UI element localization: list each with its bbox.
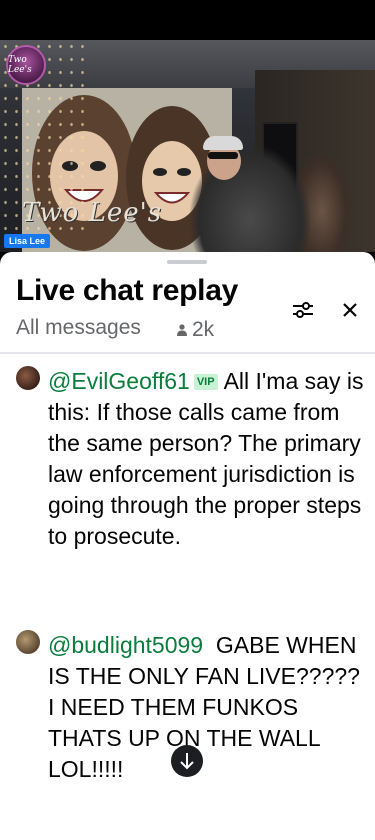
comment-author[interactable]: @EvilGeoff61 — [48, 368, 190, 394]
chat-message: @EvilGeoff61 VIP All I'ma say is this: If … — [16, 366, 366, 616]
viewer-count: 2k — [176, 318, 214, 342]
streamer-name-tag: Lisa Lee — [4, 234, 51, 248]
commenter-avatar[interactable] — [16, 366, 40, 390]
scroll-to-latest-button[interactable] — [171, 745, 203, 777]
sheet-title: Live chat replay — [16, 274, 238, 307]
message-filter[interactable]: All messages — [16, 316, 141, 340]
mural-text: Two Lee's — [22, 198, 163, 228]
comment-author[interactable]: @budlight5099 — [48, 632, 203, 658]
chat-message: @budlight5099 GABE WHEN IS THE ONLY FAN … — [16, 630, 366, 840]
commenter-avatar[interactable] — [16, 630, 40, 654]
arrow-down-icon — [180, 753, 194, 770]
status-bar — [0, 0, 375, 40]
person-sunglasses — [208, 152, 238, 159]
channel-avatar[interactable]: Two Lee's — [6, 45, 46, 85]
channel-avatar-text: Two Lee's — [8, 55, 32, 75]
header-divider — [0, 352, 375, 354]
person-icon — [177, 324, 187, 336]
chat-settings-button[interactable] — [287, 294, 319, 326]
person-cap — [203, 136, 243, 150]
close-icon — [343, 303, 357, 317]
chat-message-body: @budlight5099 GABE WHEN IS THE ONLY FAN … — [48, 630, 366, 785]
viewer-count-value: 2k — [192, 318, 215, 341]
message-filter-label: All messages — [16, 316, 141, 339]
sheet-drag-handle[interactable] — [167, 260, 207, 264]
chat-message-body: @EvilGeoff61 VIP All I'ma say is this: If … — [48, 366, 366, 552]
sliders-icon — [293, 302, 313, 318]
comment-text: All I'ma say is this: If those calls cam… — [48, 368, 364, 549]
vip-badge: VIP — [193, 374, 218, 390]
close-button[interactable] — [334, 294, 366, 326]
